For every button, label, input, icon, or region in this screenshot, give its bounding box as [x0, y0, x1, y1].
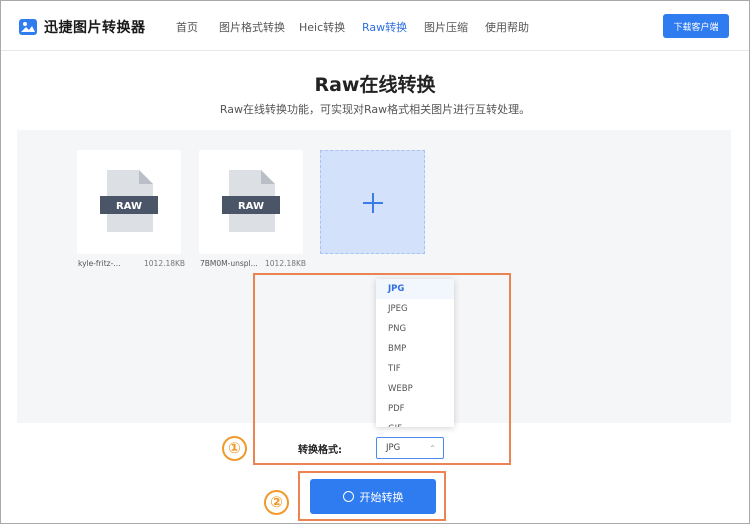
logo[interactable]: 迅捷图片转换器 — [18, 16, 146, 38]
page-subtitle: Raw在线转换功能，可实现对Raw格式相关图片进行互转处理。 — [219, 103, 531, 116]
file-size: 1012.18KB — [144, 259, 186, 268]
logo-text: 迅捷图片转换器 — [44, 20, 146, 36]
file-name: 7BM0M-unspl... — [200, 259, 258, 268]
raw-file-icon: RAW — [222, 170, 280, 232]
step-one-marker: ① — [222, 436, 247, 461]
image-logo-icon — [19, 19, 37, 35]
nav-raw-convert[interactable]: Raw转换 — [362, 19, 407, 35]
nav-image-format-convert[interactable]: 图片格式转换 — [219, 19, 285, 35]
raw-badge: RAW — [238, 201, 264, 212]
download-client-button[interactable]: 下载客户端 — [663, 14, 729, 38]
plus-icon-stem — [372, 193, 374, 213]
add-file-button[interactable] — [320, 150, 425, 254]
nav-home[interactable]: 首页 — [176, 19, 198, 35]
raw-file-icon: RAW — [100, 170, 158, 232]
file-size: 1012.18KB — [265, 259, 307, 268]
nav-help[interactable]: 使用帮助 — [485, 19, 529, 35]
nav-image-compress[interactable]: 图片压缩 — [424, 19, 468, 35]
top-header: 迅捷图片转换器 首页 图片格式转换 Heic转换 Raw转换 图片压缩 使用帮助… — [1, 1, 749, 51]
page-title: Raw在线转换 — [314, 74, 436, 96]
file-card[interactable]: RAW — [77, 150, 181, 254]
highlight-box-start — [298, 471, 446, 521]
nav-heic-convert[interactable]: Heic转换 — [299, 19, 345, 35]
raw-badge: RAW — [116, 201, 142, 212]
highlight-box-format — [253, 273, 511, 465]
file-name: kyle-fritz-... — [78, 259, 121, 268]
file-card[interactable]: RAW — [199, 150, 303, 254]
step-two-marker: ② — [264, 490, 289, 515]
